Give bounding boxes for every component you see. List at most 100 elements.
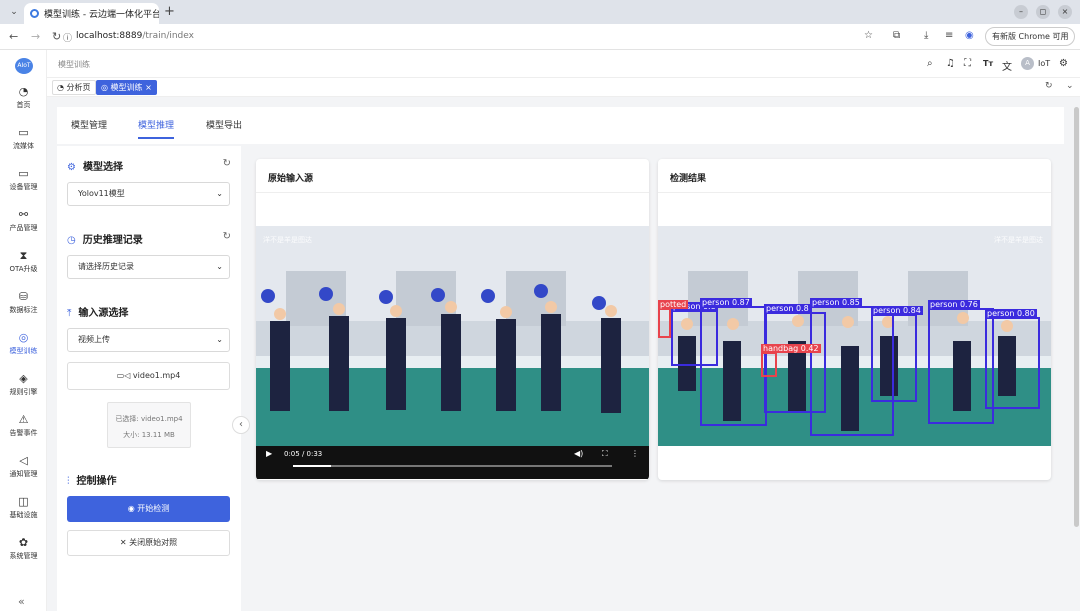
page-scrollbar[interactable]	[1074, 107, 1079, 527]
section-label: 历史推理记录	[82, 235, 143, 246]
app-logo: AIoT	[15, 58, 33, 74]
refresh-icon[interactable]: ↻	[223, 231, 231, 242]
input-source-select[interactable]: 视频上传 ⌄	[67, 328, 230, 352]
start-detection-button[interactable]: ◉ 开始检测	[67, 496, 230, 522]
alarm-icon: ⚠	[18, 413, 29, 426]
extensions-icon[interactable]: ⧉	[893, 30, 900, 41]
chevron-down-icon: ⌄	[216, 189, 223, 198]
browser-tab[interactable]: 模型训练 - 云边端一体化平台 ×	[24, 3, 159, 24]
forward-icon[interactable]: →	[31, 30, 40, 43]
chevron-down-icon: ⌄	[216, 335, 223, 344]
video-watermark: 洋不是羊是图达	[263, 236, 312, 244]
chevron-down-icon[interactable]: ⌄	[1066, 81, 1074, 91]
close-original-button[interactable]: ✕ 关闭原始对照	[67, 530, 230, 556]
tab-favicon-icon	[30, 9, 39, 18]
bell-icon[interactable]: ♫	[946, 58, 955, 69]
tab-model-management[interactable]: 模型管理	[71, 118, 107, 131]
detection-label: handbag 0.42	[761, 344, 821, 353]
sidebar-item-streaming[interactable]: ▭ 流媒体	[0, 126, 47, 151]
gear-icon[interactable]: ⚙	[1059, 58, 1068, 69]
more-vertical-icon[interactable]: ⋮	[631, 449, 639, 458]
chevron-left-icon[interactable]: ‹	[232, 416, 250, 434]
source-video-frame	[256, 226, 649, 446]
translate-icon[interactable]: 文	[1002, 58, 1012, 73]
sidebar-item-notifications[interactable]: ◁ 通知管理	[0, 454, 47, 479]
sidebar-item-infrastructure[interactable]: ◫ 基础设施	[0, 495, 47, 520]
volume-icon[interactable]: ◀)	[574, 449, 583, 458]
sidebar-item-label: 数据标注	[9, 306, 38, 314]
sidebar-item-products[interactable]: ⚯ 产品管理	[0, 208, 47, 233]
file-info-box: 已选择: video1.mp4 大小: 13.11 MB	[107, 402, 191, 448]
result-card: 检测结果 洋不是羊是图达 person 0.8 person 0.87 pers…	[658, 159, 1051, 480]
tab-model-export[interactable]: 模型导出	[206, 118, 242, 131]
infrastructure-icon: ◫	[18, 495, 29, 508]
sidebar-item-label: OTA升级	[9, 265, 38, 273]
download-icon[interactable]: ⤓	[924, 30, 928, 41]
refresh-icon[interactable]: ↻	[1045, 81, 1053, 91]
new-tab-icon[interactable]: +	[164, 4, 175, 19]
model-select-value: Yolov11模型	[78, 189, 125, 198]
refresh-icon[interactable]: ↻	[223, 158, 231, 169]
tab-list-chevron-icon[interactable]: ⌄	[6, 4, 22, 20]
main-content: 模型管理 模型推理 模型导出 ⚙ 模型选择 ↻ Yolov11模型 ⌄ ◷ 历史推理记…	[47, 97, 1080, 611]
history-select-placeholder: 请选择历史记录	[78, 262, 134, 271]
hourglass-icon: ⧗	[19, 249, 28, 262]
file-upload-button[interactable]: ▭◁ video1.mp4	[67, 362, 230, 390]
sidebar-item-rules[interactable]: ◈ 规则引擎	[0, 372, 47, 397]
page-tag-model-training[interactable]: ◎ 模型训练 ×	[96, 80, 157, 95]
input-section-title: ⤒ 输入源选择	[67, 304, 128, 319]
window-close-icon[interactable]: ×	[1058, 5, 1072, 19]
sidebar-collapse-icon[interactable]: «	[18, 595, 25, 608]
tab-model-inference[interactable]: 模型推理	[138, 118, 175, 139]
sidebar-item-label: 规则引擎	[9, 388, 38, 396]
file-name: video1.mp4	[132, 371, 181, 380]
fullscreen-icon[interactable]: ⛶	[964, 58, 971, 69]
profile-icon[interactable]: ◉	[965, 30, 974, 41]
browser-tab-strip: ⌄ 模型训练 - 云边端一体化平台 × + – ◻ ×	[0, 0, 1080, 24]
search-icon[interactable]: ⌕	[927, 58, 933, 69]
fullscreen-icon[interactable]: ⛶	[602, 449, 608, 459]
reload-icon[interactable]: ↻	[52, 30, 61, 43]
url-field[interactable]: localhost:8889/train/index	[76, 31, 194, 41]
sidebar-item-home[interactable]: ◔ 首页	[0, 85, 47, 110]
upload-icon: ⤒	[67, 308, 72, 319]
sidebar-item-alarms[interactable]: ⚠ 告警事件	[0, 413, 47, 438]
app-header: 模型训练 ⌕ ♫ ⛶ Tт 文 A IoT ⚙	[47, 50, 1080, 78]
chrome-update-button[interactable]: 有新版 Chrome 可用	[985, 27, 1076, 46]
play-icon[interactable]: ▶	[266, 449, 272, 458]
file-selected-text: 已选择: video1.mp4	[115, 415, 183, 423]
back-icon[interactable]: ←	[9, 30, 18, 43]
user-name[interactable]: IoT	[1038, 59, 1050, 68]
tab-title: 模型训练 - 云边端一体化平台	[44, 10, 159, 20]
window-restore-icon[interactable]: ◻	[1036, 5, 1050, 19]
video-progress-bar[interactable]	[293, 465, 612, 467]
control-panel: ⚙ 模型选择 ↻ Yolov11模型 ⌄ ◷ 历史推理记录 ↻ 请选择历史记录 ⌄ ⤒ 输…	[57, 146, 241, 611]
sidebar-item-ota[interactable]: ⧗ OTA升级	[0, 249, 47, 274]
window-minimize-icon[interactable]: –	[1014, 5, 1028, 19]
sidebar-item-model-training[interactable]: ◎ 模型训练	[0, 331, 47, 356]
media-icon[interactable]: ≡	[945, 30, 953, 41]
detection-label: person 0.87	[700, 298, 752, 307]
source-video[interactable]: 洋不是羊是图达 ▶ 0:05 / 0:33 ◀) ⛶ ⋮	[256, 226, 649, 479]
avatar[interactable]: A	[1021, 57, 1034, 70]
font-size-icon[interactable]: Tт	[983, 59, 993, 68]
control-section-title: ⫶ 控制操作	[67, 472, 117, 487]
video-watermark: 洋不是羊是图达	[994, 236, 1043, 244]
handbag-detection-box: handbag 0.42	[761, 344, 821, 377]
history-select[interactable]: 请选择历史记录 ⌄	[67, 255, 230, 279]
bookmark-star-icon[interactable]: ☆	[864, 30, 873, 41]
video-icon: ▭	[18, 126, 29, 139]
detection-label: person 0.8	[764, 304, 811, 313]
sidebar-item-annotation[interactable]: ⛁ 数据标注	[0, 290, 47, 315]
section-label: 输入源选择	[78, 308, 129, 319]
sidebar-item-devices[interactable]: ▭ 设备管理	[0, 167, 47, 192]
model-select[interactable]: Yolov11模型 ⌄	[67, 182, 230, 206]
site-info-icon[interactable]: ⓘ	[63, 31, 72, 44]
speaker-icon: ◁	[19, 454, 28, 467]
page-tag-analysis[interactable]: ◔ 分析页	[52, 80, 96, 95]
source-card-title: 原始输入源	[256, 159, 649, 193]
page-tags-bar: ◔ 分析页 ◎ 模型训练 × ↻ ⌄	[47, 78, 1080, 97]
model-section-title: ⚙ 模型选择	[67, 158, 123, 173]
rules-icon: ◈	[19, 372, 28, 385]
sidebar-item-system[interactable]: ✿ 系统管理	[0, 536, 47, 561]
